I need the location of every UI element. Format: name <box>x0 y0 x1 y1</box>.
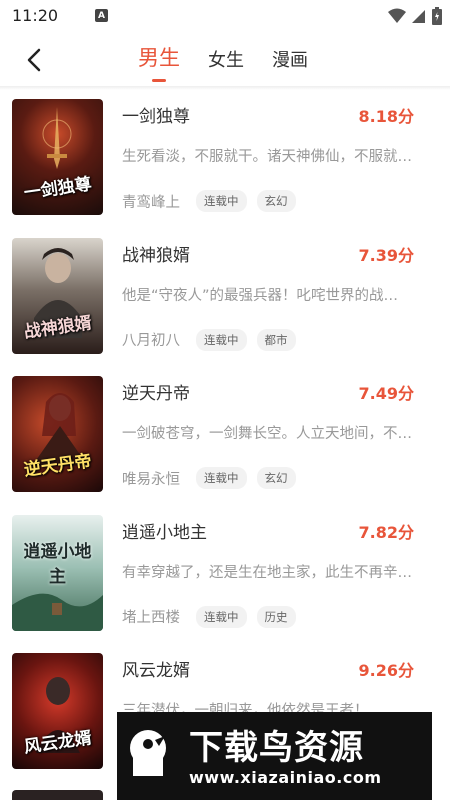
status-badge: 连载中 <box>196 467 247 489</box>
book-score: 7.49分 <box>358 384 414 403</box>
tab-male[interactable]: 男生 <box>138 42 180 84</box>
genre-badge: 玄幻 <box>256 467 296 489</box>
book-title: 一剑独尊 <box>122 107 190 127</box>
book-meta: 唯易永恒 连载中 玄幻 <box>122 467 296 489</box>
wifi-icon <box>388 8 406 23</box>
book-author: 唯易永恒 <box>122 471 180 488</box>
app-screen: 11:20 A 男生 女生 漫画 一剑独尊 一剑独尊 8.18分 生死看淡，不服… <box>0 0 450 800</box>
book-title: 风云龙婿 <box>122 661 190 681</box>
book-cover: 逆天丹帝 <box>12 376 103 492</box>
book-score: 7.82分 <box>358 522 414 542</box>
list-item[interactable]: 逆天丹帝 逆天丹帝 7.49分 一剑破苍穹，一剑舞长空。人立天地间，不服就干！ … <box>0 369 450 508</box>
watermark-banner: 下载鸟资源 www.xiazainiao.com <box>117 712 432 800</box>
category-tabs: 男生 女生 漫画 <box>138 42 308 84</box>
notification-a-icon: A <box>95 9 108 22</box>
status-icons <box>388 7 442 25</box>
book-description: 有幸穿越了，还是生在地主家，此生不再辛劳！ <box>122 564 412 581</box>
back-button[interactable] <box>18 44 50 76</box>
status-badge: 连载中 <box>196 328 247 351</box>
book-cover: 风云龙婿 <box>12 653 103 769</box>
book-score: 8.18分 <box>358 107 414 126</box>
status-time: 11:20 <box>12 6 59 25</box>
cover-title: 逍遥小地主 <box>23 541 92 587</box>
list-item[interactable]: 战神狼婿 战神狼婿 7.39分 他是“守夜人”的最强兵器！叱咤世界的战神！ 八月… <box>0 231 450 370</box>
book-cover: 战神狼婿 <box>12 237 103 354</box>
book-author: 青鸾峰上 <box>122 194 180 211</box>
list-item[interactable]: 一剑独尊 一剑独尊 8.18分 生死看淡，不服就干。诸天神佛仙，不服就干！ 青鸾… <box>0 92 450 231</box>
book-author: 八月初八 <box>122 333 180 349</box>
book-meta: 堵上西楼 连载中 历史 <box>122 605 296 628</box>
signal-icon <box>412 10 425 23</box>
tab-female[interactable]: 女生 <box>208 46 244 84</box>
book-title: 战神狼婿 <box>122 245 190 266</box>
genre-badge: 历史 <box>256 605 296 628</box>
book-description: 生死看淡，不服就干。诸天神佛仙，不服就干！ <box>122 149 412 165</box>
book-list: 一剑独尊 一剑独尊 8.18分 生死看淡，不服就干。诸天神佛仙，不服就干！ 青鸾… <box>0 92 450 785</box>
bird-logo-icon <box>130 730 166 776</box>
book-score: 7.39分 <box>358 245 414 265</box>
header-divider <box>0 86 450 90</box>
book-description: 一剑破苍穹，一剑舞长空。人立天地间，不服就干！ <box>122 426 412 442</box>
list-item[interactable]: 逍遥小地主 逍遥小地主 7.82分 有幸穿越了，还是生在地主家，此生不再辛劳！ … <box>0 508 450 647</box>
chevron-left-icon <box>27 48 41 72</box>
genre-badge: 玄幻 <box>256 190 296 212</box>
watermark-url: www.xiazainiao.com <box>189 768 382 787</box>
book-description: 他是“守夜人”的最强兵器！叱咤世界的战神！ <box>122 287 412 304</box>
book-title: 逆天丹帝 <box>122 384 190 404</box>
book-cover: 逍遥小地主 <box>12 514 103 631</box>
book-meta: 青鸾峰上 连载中 玄幻 <box>122 190 296 212</box>
watermark-title: 下载鸟资源 <box>189 728 364 768</box>
genre-badge: 都市 <box>256 328 296 351</box>
status-badge: 连载中 <box>196 190 247 212</box>
status-bar: 11:20 A <box>0 0 450 32</box>
top-nav: 男生 女生 漫画 <box>0 32 450 88</box>
book-author: 堵上西楼 <box>122 610 180 626</box>
book-meta: 八月初八 连载中 都市 <box>122 328 296 351</box>
status-badge: 连载中 <box>196 605 247 628</box>
book-cover: 一剑独尊 <box>12 99 103 215</box>
book-score: 9.26分 <box>358 661 414 680</box>
tab-comics[interactable]: 漫画 <box>272 46 308 84</box>
battery-icon <box>432 7 442 25</box>
book-title: 逍遥小地主 <box>122 522 207 543</box>
